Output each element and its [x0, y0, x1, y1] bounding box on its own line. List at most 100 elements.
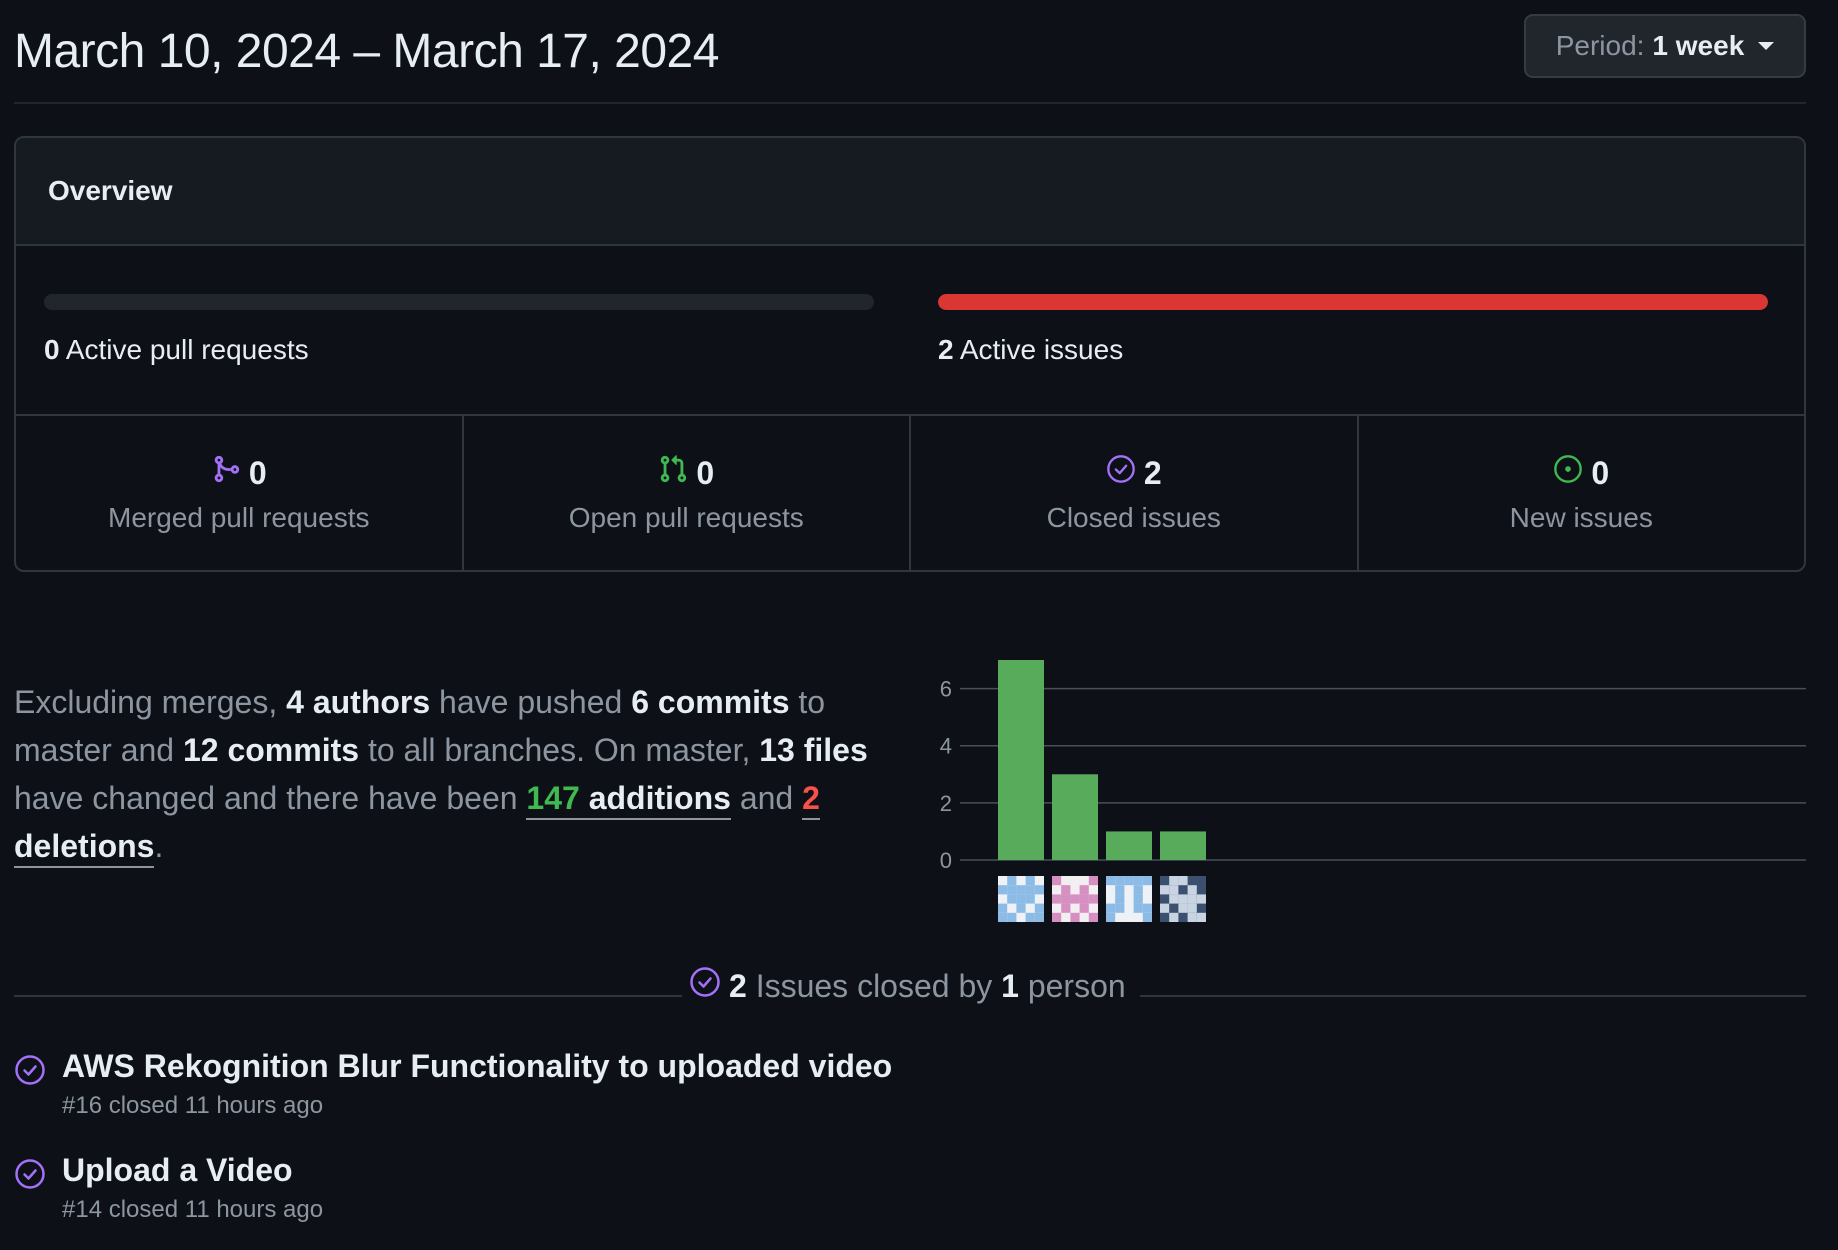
avatar-pixel: [1016, 894, 1026, 904]
divider-line-right: [1140, 995, 1806, 997]
avatar-pixel: [1034, 912, 1044, 922]
avatar-pixel: [1160, 885, 1170, 895]
summary-text: to all branches. On master,: [359, 732, 760, 768]
avatar-pixel: [1142, 876, 1152, 886]
avatar-pixel: [1025, 876, 1035, 886]
summary-files: 13 files: [759, 732, 868, 768]
avatar-pixel: [1169, 876, 1179, 886]
active-issues-block[interactable]: 2 Active issues: [938, 294, 1768, 366]
new-issue-icon: [1553, 454, 1583, 492]
period-label: Period:: [1555, 30, 1645, 61]
avatar-pixel: [1061, 903, 1071, 913]
avatar-pixel: [1115, 876, 1125, 886]
active-prs-bar: [44, 294, 874, 310]
issues-closed-text: Issues closed by: [746, 967, 1002, 1004]
avatar-pixel: [1196, 912, 1206, 922]
period-value: 1 week: [1652, 30, 1745, 61]
active-prs-text: Active pull requests: [65, 334, 309, 365]
summary-text: have pushed: [430, 684, 632, 720]
avatar-pixel: [1178, 903, 1188, 913]
overview-panel: Overview 0 Active pull requests 2 Active…: [14, 136, 1806, 572]
avatar-pixel: [1169, 894, 1179, 904]
chart-y-tick-label: 2: [940, 791, 952, 816]
period-dropdown-button[interactable]: Period: 1 week: [1524, 14, 1806, 78]
avatar-pixel: [1133, 885, 1143, 895]
avatar-pixel: [998, 885, 1008, 895]
summary-text: and: [730, 780, 803, 816]
issues-closed-divider: 2 Issues closed by 1 person: [14, 966, 1806, 1012]
avatar-pixel: [1187, 903, 1197, 913]
summary-commits-master: 6 commits: [631, 684, 790, 720]
overview-title: Overview: [48, 175, 173, 206]
avatar-pixel: [1124, 876, 1134, 886]
avatar-pixel: [1133, 876, 1143, 886]
overview-header: Overview: [16, 138, 1804, 246]
issue-meta: #16 closed 11 hours ago: [62, 1092, 324, 1119]
avatar-pixel: [1169, 912, 1179, 922]
deletions-word: deletions: [14, 828, 155, 864]
avatar-pixel: [1034, 903, 1044, 913]
merged-prs-value: 0: [248, 454, 267, 491]
avatar-pixel: [1034, 885, 1044, 895]
avatar-pixel: [1178, 894, 1188, 904]
stat-open-prs[interactable]: 0 Open pull requests: [464, 416, 911, 570]
avatar-pixel: [1115, 903, 1125, 913]
issue-title-link[interactable]: AWS Rekognition Blur Functionality to up…: [62, 1048, 892, 1085]
avatar-pixel: [1187, 912, 1197, 922]
commits-by-author-chart: 0 2 4 6: [932, 640, 1806, 930]
avatar-pixel: [1142, 912, 1152, 922]
closed-issue-icon: [14, 1158, 46, 1190]
summary-text: .: [154, 828, 164, 864]
closed-issue-icon: [14, 1054, 46, 1086]
pulse-page: March 10, 2024 – March 17, 2024 Period: …: [14, 0, 1806, 1250]
avatar-pixel: [1187, 885, 1197, 895]
open-prs-label: Open pull requests: [568, 502, 804, 533]
avatar-pixel: [1160, 903, 1170, 913]
stat-merged-prs[interactable]: 0 Merged pull requests: [16, 416, 464, 570]
commit-summary: Excluding merges, 4 authors have pushed …: [14, 678, 894, 870]
issue-meta: #14 closed 11 hours ago: [62, 1196, 324, 1223]
avatar-pixel: [1133, 903, 1143, 913]
avatar-pixel: [1115, 894, 1125, 904]
avatar-pixel: [1106, 876, 1116, 886]
stat-new-issues[interactable]: 0 New issues: [1359, 416, 1805, 570]
issues-closed-count: 2: [729, 967, 747, 1004]
avatar-pixel: [1007, 894, 1017, 904]
avatar-pixel: [1052, 876, 1062, 886]
avatar-pixel: [1169, 885, 1179, 895]
chart-bar[interactable]: [998, 660, 1044, 860]
open-pr-icon: [658, 454, 688, 492]
active-prs-label: 0 Active pull requests: [44, 334, 874, 366]
avatar-pixel: [1106, 903, 1116, 913]
issue-title-link[interactable]: Upload a Video: [62, 1152, 293, 1189]
avatar-pixel: [1052, 894, 1062, 904]
caret-down-icon: [1758, 42, 1775, 50]
merged-prs-label: Merged pull requests: [108, 502, 370, 533]
active-prs-block[interactable]: 0 Active pull requests: [44, 294, 874, 366]
avatar-pixel: [1178, 876, 1188, 886]
chart-y-tick-label: 0: [940, 848, 952, 873]
closed-issues-value: 2: [1143, 454, 1162, 491]
active-issues-count: 2: [938, 334, 954, 365]
summary-text: have changed and there have been: [14, 780, 527, 816]
avatar-pixel: [1061, 885, 1071, 895]
chart-y-tick-label: 6: [940, 677, 952, 702]
avatar-pixel: [1187, 894, 1197, 904]
avatar-pixel: [1106, 912, 1116, 922]
avatar-pixel: [1025, 894, 1035, 904]
chart-bar[interactable]: [1106, 831, 1152, 860]
issues-closed-text: person: [1018, 967, 1126, 1004]
overview-stats: 0 Merged pull requests 0 Open pull reque…: [16, 414, 1805, 570]
deletions-count: 2: [802, 780, 820, 816]
stat-closed-issues[interactable]: 2 Closed issues: [911, 416, 1359, 570]
merged-pr-icon: [211, 454, 241, 492]
avatar-pixel: [1070, 894, 1080, 904]
chart-bar[interactable]: [1160, 831, 1206, 860]
chart-bar[interactable]: [1052, 774, 1098, 860]
summary-text: Excluding merges,: [14, 684, 287, 720]
avatar-pixel: [1115, 885, 1125, 895]
avatar-pixel: [1016, 885, 1026, 895]
active-issues-bar: [938, 294, 1768, 310]
additions-link[interactable]: 147 additions: [526, 780, 731, 820]
avatar-pixel: [1052, 912, 1062, 922]
